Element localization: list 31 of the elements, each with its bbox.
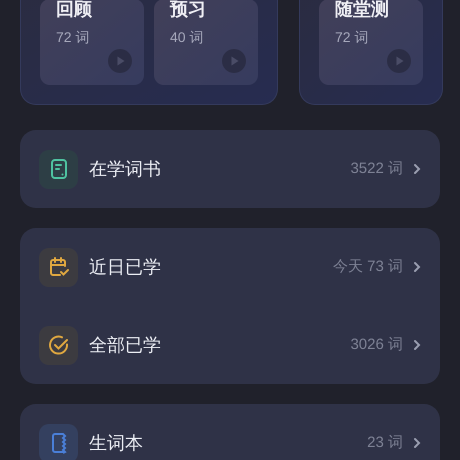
practice-card[interactable]: 预习 40 词 bbox=[154, 0, 258, 85]
chevron-icon bbox=[413, 163, 421, 175]
play-icon[interactable] bbox=[108, 49, 132, 73]
item-label: 在学词书 bbox=[89, 158, 161, 180]
card-count: 72 词 bbox=[335, 28, 368, 47]
card-count: 40 词 bbox=[170, 28, 204, 47]
item-label: 全部已学 bbox=[89, 334, 161, 356]
notebook-icon bbox=[39, 424, 78, 460]
list-item[interactable]: 在学词书 3522 词 bbox=[20, 130, 440, 208]
item-label: 生词本 bbox=[89, 432, 143, 454]
list-item[interactable]: 近日已学 今天 73 词 bbox=[20, 228, 440, 306]
practice-card[interactable]: 随堂测 72 词 bbox=[319, 0, 423, 85]
card-title: 回顾 bbox=[56, 0, 93, 19]
calendar-check-icon bbox=[39, 248, 78, 286]
book-icon bbox=[39, 150, 78, 188]
item-label: 近日已学 bbox=[89, 256, 161, 278]
item-count: 23 词 bbox=[367, 432, 403, 453]
play-icon[interactable] bbox=[387, 49, 411, 73]
chevron-icon bbox=[413, 261, 421, 273]
card-title: 随堂测 bbox=[335, 0, 390, 19]
chevron-icon bbox=[413, 339, 421, 351]
chevron-icon bbox=[413, 437, 421, 449]
item-count: 今天 73 词 bbox=[332, 256, 403, 277]
list-item[interactable]: 全部已学 3026 词 bbox=[20, 306, 440, 384]
list-item[interactable]: 生词本 23 词 bbox=[20, 404, 440, 460]
item-count: 3522 词 bbox=[350, 158, 403, 179]
practice-card[interactable]: 回顾 72 词 bbox=[40, 0, 144, 85]
play-icon[interactable] bbox=[222, 49, 246, 73]
card-title: 预习 bbox=[170, 0, 207, 19]
card-count: 72 词 bbox=[56, 28, 90, 47]
item-count: 3026 词 bbox=[350, 334, 403, 355]
